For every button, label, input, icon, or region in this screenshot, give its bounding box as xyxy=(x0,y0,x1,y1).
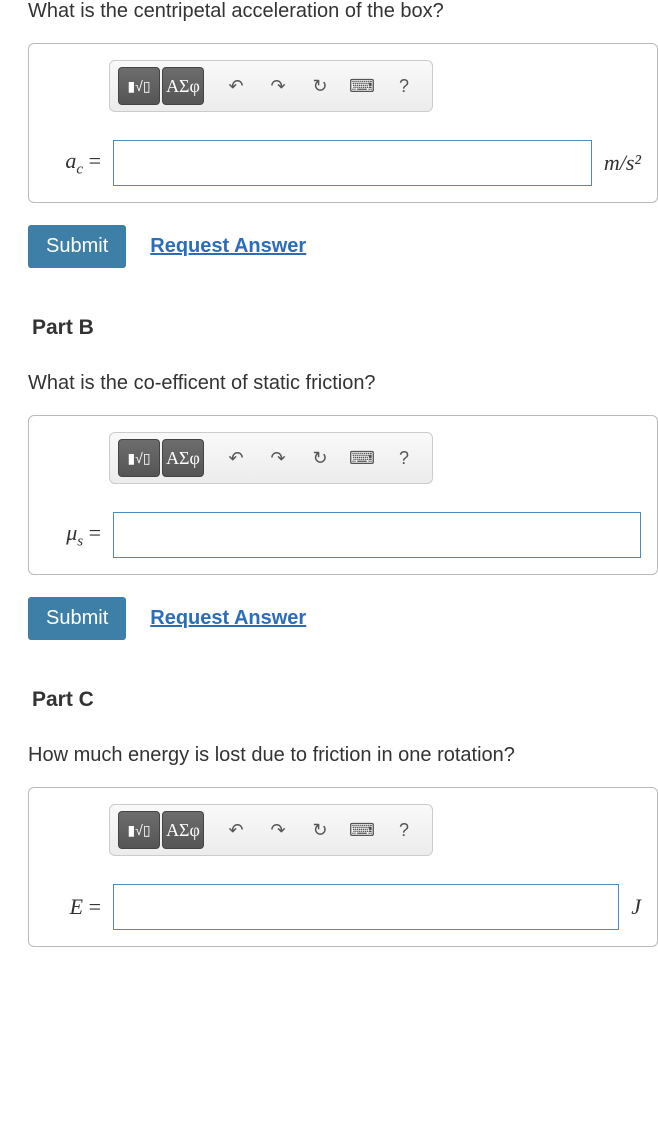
undo-button[interactable]: ↶ xyxy=(216,811,256,849)
greek-button[interactable]: ΑΣφ xyxy=(162,67,204,105)
part-a-submit-row: Submit Request Answer xyxy=(28,225,658,268)
part-a-input[interactable] xyxy=(113,140,592,186)
part-c-input[interactable] xyxy=(113,884,619,930)
part-a-section: What is the centripetal acceleration of … xyxy=(28,0,658,268)
part-a-toolbar: ▮√▯ ΑΣφ ↶ ↷ ↻ ⌨ ? xyxy=(109,60,433,112)
part-b-question: What is the co-efficent of static fricti… xyxy=(28,372,658,395)
part-b-submit-row: Submit Request Answer xyxy=(28,597,658,640)
sqrt-icon: ▮√▯ xyxy=(127,79,150,93)
part-c-answer-box: ▮√▯ ΑΣφ ↶ ↷ ↻ ⌨ ? E = J xyxy=(28,787,658,947)
keyboard-button[interactable]: ⌨ xyxy=(342,811,382,849)
reset-button[interactable]: ↻ xyxy=(300,811,340,849)
keyboard-button[interactable]: ⌨ xyxy=(342,67,382,105)
help-button[interactable]: ? xyxy=(384,811,424,849)
greek-button[interactable]: ΑΣφ xyxy=(162,439,204,477)
part-c-var-label: E = xyxy=(45,894,101,920)
template-button[interactable]: ▮√▯ xyxy=(118,439,160,477)
undo-button[interactable]: ↶ xyxy=(216,439,256,477)
part-c-section: Part C How much energy is lost due to fr… xyxy=(28,688,658,947)
keyboard-button[interactable]: ⌨ xyxy=(342,439,382,477)
help-button[interactable]: ? xyxy=(384,439,424,477)
part-c-toolbar: ▮√▯ ΑΣφ ↶ ↷ ↻ ⌨ ? xyxy=(109,804,433,856)
part-b-var-label: μs = xyxy=(45,520,101,550)
part-c-unit: J xyxy=(631,894,641,920)
sqrt-icon: ▮√▯ xyxy=(127,823,150,837)
undo-button[interactable]: ↶ xyxy=(216,67,256,105)
part-b-input[interactable] xyxy=(113,512,641,558)
part-a-request-answer-link[interactable]: Request Answer xyxy=(150,235,306,258)
part-b-toolbar: ▮√▯ ΑΣφ ↶ ↷ ↻ ⌨ ? xyxy=(109,432,433,484)
redo-button[interactable]: ↷ xyxy=(258,811,298,849)
reset-button[interactable]: ↻ xyxy=(300,67,340,105)
part-b-section: Part B What is the co-efficent of static… xyxy=(28,316,658,640)
part-b-submit-button[interactable]: Submit xyxy=(28,597,126,640)
reset-button[interactable]: ↻ xyxy=(300,439,340,477)
part-a-submit-button[interactable]: Submit xyxy=(28,225,126,268)
help-button[interactable]: ? xyxy=(384,67,424,105)
redo-button[interactable]: ↷ xyxy=(258,439,298,477)
part-a-question: What is the centripetal acceleration of … xyxy=(28,0,658,23)
part-c-input-row: E = J xyxy=(45,884,641,930)
part-a-unit: m/s² xyxy=(604,150,641,176)
part-c-question: How much energy is lost due to friction … xyxy=(28,744,658,767)
sqrt-icon: ▮√▯ xyxy=(127,451,150,465)
redo-button[interactable]: ↷ xyxy=(258,67,298,105)
part-c-header: Part C xyxy=(32,688,658,712)
greek-button[interactable]: ΑΣφ xyxy=(162,811,204,849)
part-b-input-row: μs = xyxy=(45,512,641,558)
template-button[interactable]: ▮√▯ xyxy=(118,811,160,849)
part-a-answer-box: ▮√▯ ΑΣφ ↶ ↷ ↻ ⌨ ? ac = m/s² xyxy=(28,43,658,203)
template-button[interactable]: ▮√▯ xyxy=(118,67,160,105)
part-b-request-answer-link[interactable]: Request Answer xyxy=(150,607,306,630)
part-b-header: Part B xyxy=(32,316,658,340)
part-a-var-label: ac = xyxy=(45,148,101,178)
part-a-input-row: ac = m/s² xyxy=(45,140,641,186)
part-b-answer-box: ▮√▯ ΑΣφ ↶ ↷ ↻ ⌨ ? μs = xyxy=(28,415,658,575)
